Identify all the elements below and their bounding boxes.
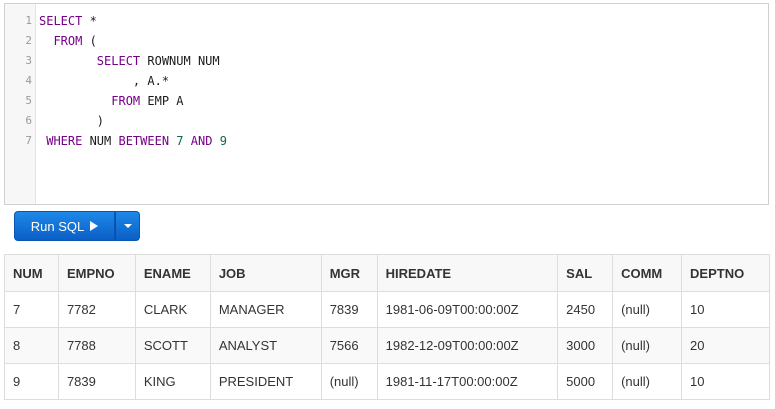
cell-sal: 3000 xyxy=(557,327,614,364)
code-line[interactable]: 7 WHERE NUM BETWEEN 7 AND 9 xyxy=(5,131,768,151)
table-row: 8 7788 SCOTT ANALYST 7566 1982-12-09T00:00:00… xyxy=(4,327,770,364)
code-line[interactable]: 4 , A.* xyxy=(5,71,768,91)
line-number: 5 xyxy=(25,94,32,107)
code-text: , A.* xyxy=(39,71,169,91)
cell-job: ANALYST xyxy=(209,327,322,364)
code-line[interactable]: 2 FROM ( xyxy=(5,31,768,51)
sql-keyword: SELECT xyxy=(39,14,83,28)
caret-down-icon xyxy=(123,224,132,228)
results-table: NUM EMPNO ENAME JOB MGR HIREDATE SAL COMM DEPTNO… xyxy=(4,254,770,400)
sql-token: ( xyxy=(82,34,97,48)
cell-mgr: 7566 xyxy=(320,327,378,364)
sql-token: * xyxy=(82,14,97,28)
cell-deptno: 10 xyxy=(681,291,770,328)
sql-editor[interactable]: 1 SELECT * 2 FROM (3 SELECT ROWNUM NUM 4 , … xyxy=(4,3,769,205)
line-number: 4 xyxy=(25,74,32,87)
run-sql-label: Run SQL xyxy=(30,218,85,234)
sql-token: ) xyxy=(39,114,105,128)
run-options-dropdown-button[interactable] xyxy=(115,211,140,241)
cell-num: 9 xyxy=(4,363,59,400)
column-header-mgr: MGR xyxy=(320,254,378,292)
cell-ename: SCOTT xyxy=(134,327,211,364)
code-line[interactable]: 1 SELECT * xyxy=(5,11,768,31)
cell-comm: (null) xyxy=(612,327,683,364)
cell-hiredate: 1981-06-09T00:00:00Z xyxy=(376,291,559,328)
cell-job: MANAGER xyxy=(209,291,322,328)
table-row: 9 7839 KING PRESIDENT (null) 1981-11-17T00:00… xyxy=(4,363,770,400)
code-line[interactable]: 6 ) xyxy=(5,111,768,131)
sql-number: 7 xyxy=(176,134,184,148)
sql-keyword: BETWEEN xyxy=(118,134,170,148)
sql-keyword: WHERE xyxy=(46,134,83,148)
cell-sal: 5000 xyxy=(557,363,614,400)
run-sql-button[interactable]: Run SQL xyxy=(14,211,115,241)
cell-deptno: 10 xyxy=(681,363,770,400)
code-line[interactable]: 3 SELECT ROWNUM NUM xyxy=(5,51,768,71)
sql-token: , A.* xyxy=(39,74,170,88)
column-header-num: NUM xyxy=(4,254,59,292)
cell-comm: (null) xyxy=(612,363,683,400)
code-text: FROM ( xyxy=(39,31,97,51)
sql-token: ROWNUM NUM xyxy=(140,54,220,68)
line-number: 2 xyxy=(25,34,32,47)
run-button-group: Run SQL xyxy=(14,211,140,241)
column-header-comm: COMM xyxy=(612,254,683,292)
cell-ename: KING xyxy=(134,363,211,400)
code-text: ) xyxy=(39,111,104,131)
sql-number: 9 xyxy=(219,134,227,148)
line-number: 6 xyxy=(25,114,32,127)
results-header-row: NUM EMPNO ENAME JOB MGR HIREDATE SAL COMM DEPTNO xyxy=(4,254,770,292)
cell-job: PRESIDENT xyxy=(209,363,322,400)
column-header-deptno: DEPTNO xyxy=(681,254,770,292)
code-area[interactable]: 1 SELECT * 2 FROM (3 SELECT ROWNUM NUM 4 , … xyxy=(5,11,768,151)
code-line[interactable]: 5 FROM EMP A xyxy=(5,91,768,111)
sql-token: NUM xyxy=(82,134,119,148)
cell-empno: 7839 xyxy=(57,363,136,400)
cell-mgr: 7839 xyxy=(320,291,378,328)
sql-keyword: AND xyxy=(190,134,213,148)
cell-comm: (null) xyxy=(612,291,683,328)
column-header-sal: SAL xyxy=(557,254,614,292)
play-icon xyxy=(90,221,99,231)
cell-mgr: (null) xyxy=(320,363,378,400)
line-number: 3 xyxy=(25,54,32,67)
table-row: 7 7782 CLARK MANAGER 7839 1981-06-09T00:00:00… xyxy=(4,291,770,328)
sql-token: EMP A xyxy=(140,94,184,108)
cell-hiredate: 1982-12-09T00:00:00Z xyxy=(376,327,559,364)
sql-keyword: FROM xyxy=(111,94,141,108)
cell-sal: 2450 xyxy=(557,291,614,328)
line-number: 1 xyxy=(25,14,32,27)
cell-num: 8 xyxy=(4,327,59,364)
code-text: FROM EMP A xyxy=(39,91,184,111)
column-header-hiredate: HIREDATE xyxy=(376,254,559,292)
cell-ename: CLARK xyxy=(134,291,211,328)
column-header-empno: EMPNO xyxy=(57,254,136,292)
column-header-ename: ENAME xyxy=(134,254,211,292)
cell-num: 7 xyxy=(4,291,59,328)
cell-deptno: 20 xyxy=(681,327,770,364)
line-number: 7 xyxy=(25,134,32,147)
code-text: SELECT * xyxy=(39,11,97,31)
sql-keyword: SELECT xyxy=(96,54,141,68)
cell-empno: 7788 xyxy=(57,327,136,364)
sql-keyword: FROM xyxy=(53,34,83,48)
cell-hiredate: 1981-11-17T00:00:00Z xyxy=(376,363,559,400)
code-text: SELECT ROWNUM NUM xyxy=(39,51,220,71)
cell-empno: 7782 xyxy=(57,291,136,328)
code-text: WHERE NUM BETWEEN 7 AND 9 xyxy=(39,131,227,151)
column-header-job: JOB xyxy=(209,254,322,292)
